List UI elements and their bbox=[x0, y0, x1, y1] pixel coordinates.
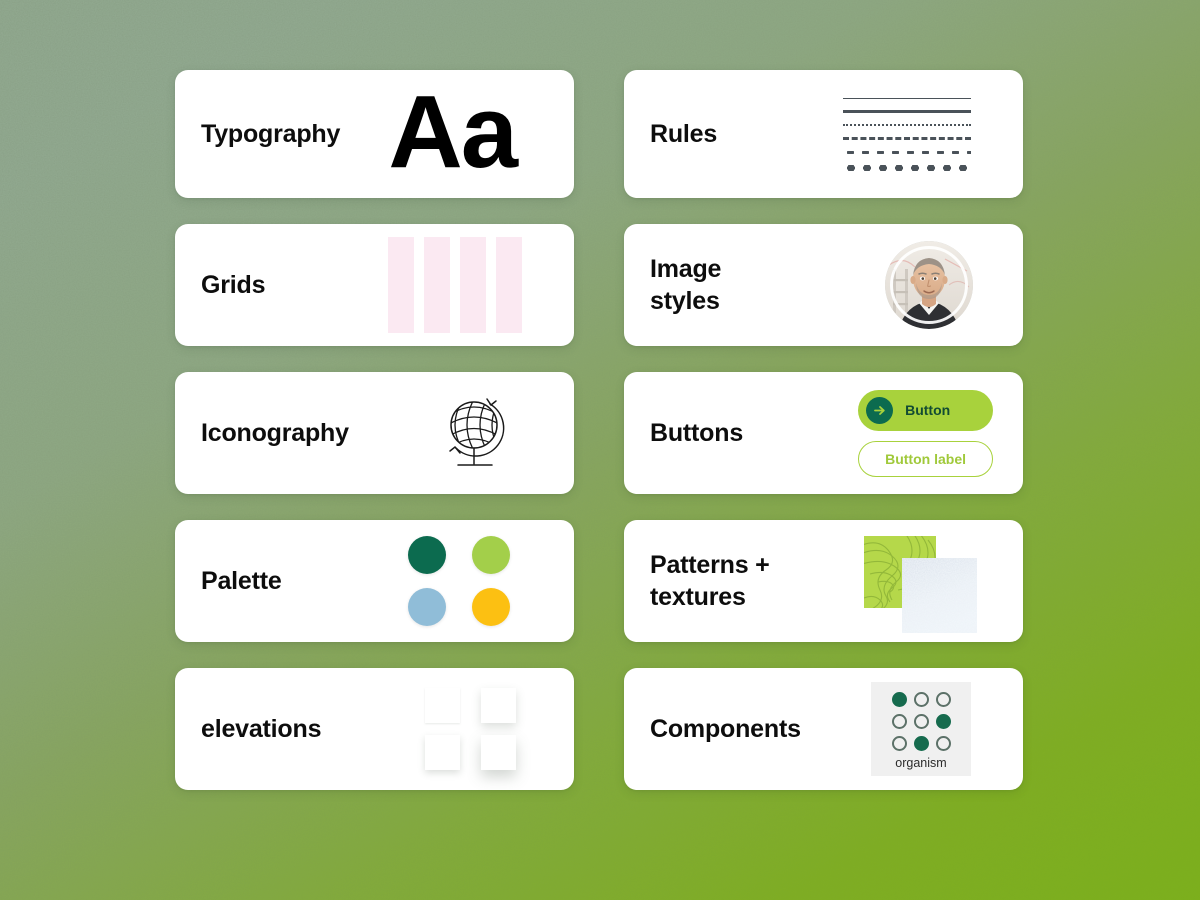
atom-circle bbox=[913, 692, 929, 707]
typography-visual: Aa bbox=[388, 70, 552, 198]
card-title-grids: Grids bbox=[201, 271, 266, 299]
iconography-visual bbox=[436, 372, 552, 494]
image-styles-visual bbox=[885, 224, 1001, 346]
grid-column bbox=[388, 237, 414, 333]
card-iconography[interactable]: Iconography bbox=[175, 372, 574, 494]
organism-label: organism bbox=[895, 756, 947, 770]
organism-panel: organism bbox=[871, 682, 971, 776]
noise-texture-swatch bbox=[902, 558, 977, 633]
elevation-sample-grid bbox=[425, 688, 516, 770]
typography-sample-glyphs: Aa bbox=[388, 73, 518, 189]
card-title-typography: Typography bbox=[201, 120, 341, 148]
grid-column bbox=[460, 237, 486, 333]
atom-grid bbox=[891, 692, 951, 751]
palette-swatch-light-blue[interactable] bbox=[408, 588, 446, 626]
card-grids[interactable]: Grids bbox=[175, 224, 574, 346]
grid-column-sample bbox=[388, 224, 522, 346]
card-components[interactable]: Components organism bbox=[624, 668, 1023, 790]
components-visual: organism bbox=[871, 668, 1001, 790]
design-system-card-grid: Typography Aa Rules Grids Image styles I… bbox=[175, 70, 1023, 790]
atom-circle bbox=[913, 714, 929, 729]
palette-swatch-golden-yellow[interactable] bbox=[472, 588, 510, 626]
card-typography[interactable]: Typography Aa bbox=[175, 70, 574, 198]
card-patterns-textures[interactable]: Patterns + textures bbox=[624, 520, 1023, 642]
rule-style-stack bbox=[843, 97, 971, 171]
palette-swatch-lime-green[interactable] bbox=[472, 536, 510, 574]
card-title-image-styles: Image styles bbox=[650, 255, 722, 315]
atom-circle bbox=[935, 714, 951, 729]
pattern-sample-stack bbox=[864, 520, 989, 642]
card-elevations[interactable]: elevations bbox=[175, 668, 574, 790]
elevation-level-3 bbox=[481, 688, 516, 723]
atom-circle bbox=[935, 736, 951, 751]
card-title-elevations: elevations bbox=[201, 715, 322, 743]
buttons-visual: Button Button label bbox=[858, 372, 1001, 494]
avatar-ring-overlay bbox=[890, 246, 968, 324]
rule-large-dots bbox=[843, 164, 971, 171]
palette-visual bbox=[408, 520, 552, 642]
avatar bbox=[885, 241, 973, 329]
atom-circle bbox=[913, 736, 929, 751]
patterns-visual bbox=[864, 520, 1001, 642]
atom-circle bbox=[891, 692, 907, 707]
rule-fine-dotted bbox=[843, 123, 971, 126]
arrow-right-icon bbox=[866, 396, 894, 424]
primary-button-label: Button bbox=[905, 402, 951, 418]
rules-visual bbox=[843, 70, 1001, 198]
card-title-patterns-textures: Patterns + textures bbox=[650, 551, 770, 611]
grids-visual bbox=[388, 224, 552, 346]
atom-circle bbox=[891, 736, 907, 751]
rule-small-spaced-dots bbox=[843, 150, 971, 154]
elevation-level-4 bbox=[481, 735, 516, 770]
rule-thick-solid bbox=[843, 109, 971, 113]
card-title-palette: Palette bbox=[201, 567, 282, 595]
card-image-styles[interactable]: Image styles bbox=[624, 224, 1023, 346]
card-rules[interactable]: Rules bbox=[624, 70, 1023, 198]
grid-column bbox=[424, 237, 450, 333]
secondary-button[interactable]: Button label bbox=[858, 440, 993, 477]
primary-button[interactable]: Button bbox=[858, 389, 993, 431]
atom-circle bbox=[891, 714, 907, 729]
elevations-visual bbox=[425, 668, 552, 790]
palette-swatch-grid bbox=[408, 536, 510, 626]
button-samples: Button Button label bbox=[858, 389, 993, 477]
globe-icon bbox=[449, 398, 505, 466]
card-title-iconography: Iconography bbox=[201, 419, 349, 447]
card-title-rules: Rules bbox=[650, 120, 718, 148]
grid-column bbox=[496, 237, 522, 333]
card-palette[interactable]: Palette bbox=[175, 520, 574, 642]
card-title-components: Components bbox=[650, 715, 801, 743]
rule-thin-solid bbox=[843, 97, 971, 99]
elevation-level-2 bbox=[425, 735, 460, 770]
card-title-buttons: Buttons bbox=[650, 419, 744, 447]
atom-circle bbox=[935, 692, 951, 707]
elevation-level-1 bbox=[425, 688, 460, 723]
card-buttons[interactable]: Buttons Button Button label bbox=[624, 372, 1023, 494]
rule-dashed bbox=[843, 136, 971, 140]
palette-swatch-dark-green[interactable] bbox=[408, 536, 446, 574]
